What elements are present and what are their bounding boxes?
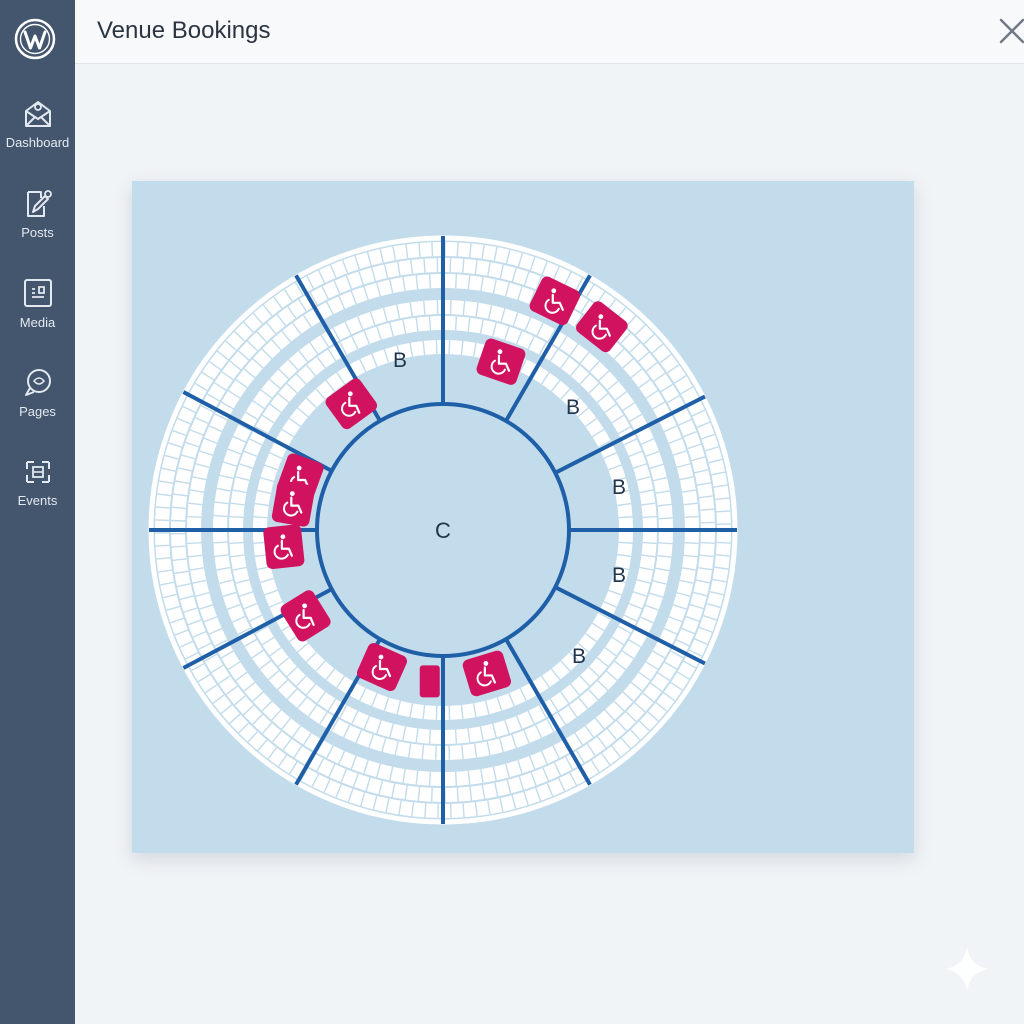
sidebar-item-posts[interactable]: Posts: [0, 188, 75, 240]
sidebar-item-label: Media: [19, 315, 56, 330]
seat-map: C B B B B B: [148, 235, 738, 825]
accessible-seat[interactable]: [263, 524, 305, 570]
accessible-seat[interactable]: [419, 665, 440, 698]
dashboard-icon: [24, 101, 51, 127]
sidebar-item-dashboard[interactable]: Dashboard: [0, 98, 75, 150]
sidebar-item-label: Posts: [21, 225, 54, 240]
sidebar-item-label: Dashboard: [5, 135, 70, 150]
sidebar-item-media[interactable]: Media: [0, 278, 75, 330]
section-label: B: [612, 476, 626, 499]
sidebar-item-label: Pages: [19, 404, 56, 419]
sparkle-icon: [945, 947, 989, 991]
section-label: B: [393, 349, 407, 372]
sidebar-item-events[interactable]: Events: [0, 456, 75, 508]
page-title: Venue Bookings: [97, 17, 271, 44]
accessible-seat[interactable]: [461, 649, 512, 698]
close-icon[interactable]: [997, 16, 1024, 46]
media-icon: [23, 279, 52, 307]
sidebar: Dashboard Posts Media Pages Events: [0, 0, 75, 1024]
events-icon: [25, 461, 50, 483]
seat-map-panel: C B B B B B: [132, 181, 914, 853]
pages-icon: [24, 369, 51, 396]
top-bar: Venue Bookings: [75, 0, 1024, 64]
section-label: B: [612, 564, 626, 587]
center-label: C: [435, 518, 451, 543]
sidebar-item-label: Events: [17, 493, 58, 508]
section-label: B: [572, 645, 586, 668]
accessible-seat[interactable]: [271, 480, 316, 528]
sidebar-item-pages[interactable]: Pages: [0, 367, 75, 419]
wordpress-logo-icon[interactable]: [14, 18, 56, 60]
posts-icon: [26, 190, 52, 217]
section-label: B: [566, 396, 580, 419]
